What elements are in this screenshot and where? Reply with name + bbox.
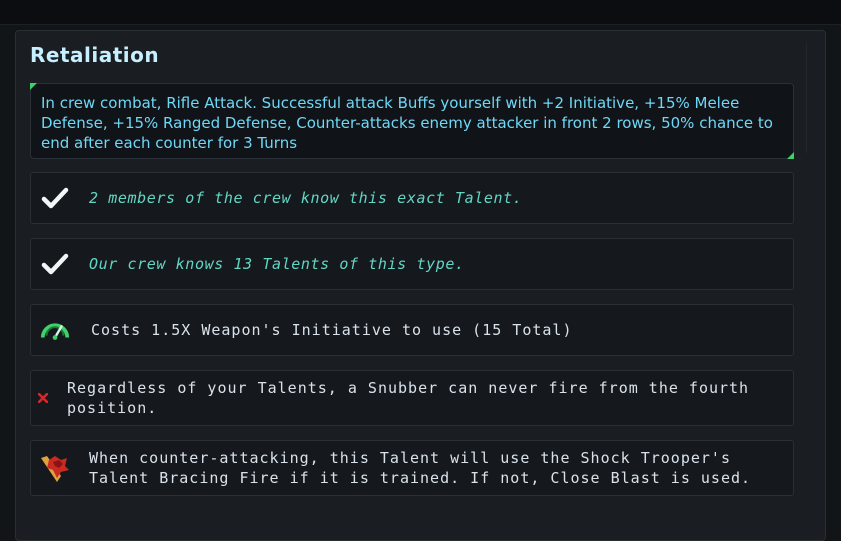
corner-accent-bottom-right xyxy=(787,152,794,159)
talent-type-count-text: Our crew knows 13 Talents of this type. xyxy=(89,255,465,273)
talent-title: Retaliation xyxy=(30,43,160,67)
scrollbar-track[interactable] xyxy=(806,43,817,153)
talent-type-count-row: Our crew knows 13 Talents of this type. xyxy=(30,238,794,290)
checkmark-icon xyxy=(39,248,71,280)
top-bar xyxy=(0,0,841,25)
initiative-gauge-icon xyxy=(39,314,71,346)
exact-talent-count-text: 2 members of the crew know this exact Ta… xyxy=(89,189,523,207)
exact-talent-count-row: 2 members of the crew know this exact Ta… xyxy=(30,172,794,224)
counter-attack-info-row: When counter-attacking, this Talent will… xyxy=(30,440,794,496)
snubber-position-warning-text: Regardless of your Talents, a Snubber ca… xyxy=(67,379,750,417)
shock-trooper-icon xyxy=(39,452,71,484)
corner-accent-top-left xyxy=(30,83,37,90)
initiative-cost-row: Costs 1.5X Weapon's Initiative to use (1… xyxy=(30,304,794,356)
checkmark-icon xyxy=(39,182,71,214)
talent-description-box: In crew combat, Rifle Attack. Successful… xyxy=(30,83,794,159)
counter-attack-info-text: When counter-attacking, this Talent will… xyxy=(89,449,752,487)
snubber-position-warning-row: Regardless of your Talents, a Snubber ca… xyxy=(30,370,794,426)
initiative-cost-text: Costs 1.5X Weapon's Initiative to use (1… xyxy=(91,321,573,339)
talent-tooltip-panel: Retaliation In crew combat, Rifle Attack… xyxy=(15,30,826,541)
talent-description: In crew combat, Rifle Attack. Successful… xyxy=(41,94,773,152)
red-x-icon xyxy=(33,382,53,414)
